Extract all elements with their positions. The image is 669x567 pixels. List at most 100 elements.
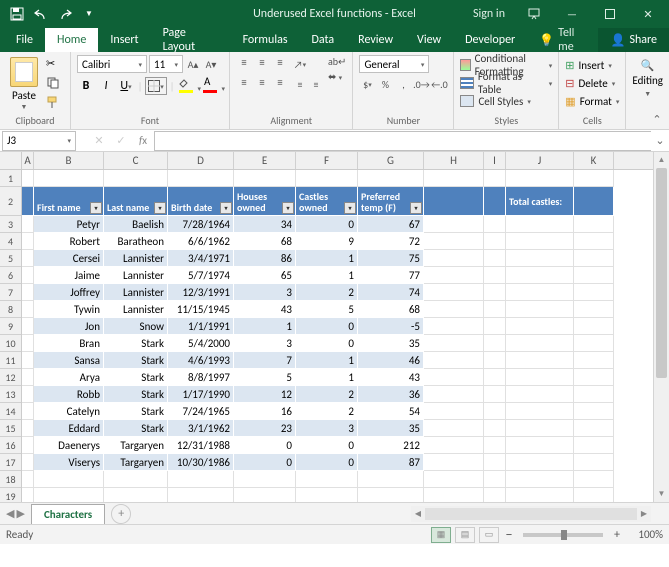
paste-button[interactable]: Paste <box>12 89 36 102</box>
cell[interactable]: Castles owned▾ <box>296 187 358 216</box>
row-header[interactable]: 18 <box>0 471 21 488</box>
row-header[interactable]: 3 <box>0 216 21 233</box>
cell[interactable] <box>358 170 424 187</box>
cell[interactable]: Targaryen <box>104 454 168 471</box>
cell[interactable]: 1 <box>296 369 358 386</box>
cell[interactable] <box>358 488 424 502</box>
tab-nav-prev-icon[interactable]: ◀ <box>6 507 14 520</box>
cell[interactable] <box>424 250 484 267</box>
cell[interactable]: 9 <box>296 233 358 250</box>
paste-icon[interactable] <box>10 57 38 87</box>
tab-home[interactable]: Home <box>45 28 98 52</box>
format-as-table-button[interactable]: Format as Table ▾ <box>460 75 552 91</box>
shrink-font-icon[interactable]: A▾ <box>203 55 219 73</box>
scroll-down-icon[interactable]: ▼ <box>654 486 669 502</box>
bold-button[interactable]: B <box>77 77 95 95</box>
cell[interactable]: 0 <box>296 335 358 352</box>
tab-nav-next-icon[interactable]: ▶ <box>16 507 24 520</box>
cell[interactable]: 2 <box>296 403 358 420</box>
row-header[interactable]: 19 <box>0 488 21 502</box>
cell[interactable] <box>506 301 574 318</box>
merge-button[interactable]: ⬌ ▾ <box>328 70 346 83</box>
cell[interactable] <box>506 318 574 335</box>
cell[interactable]: Lannister <box>104 250 168 267</box>
editing-button[interactable]: 🔍 <box>641 59 655 72</box>
font-name-dropdown[interactable]: Calibri▾ <box>77 55 147 73</box>
cell[interactable]: 7/24/1965 <box>168 403 234 420</box>
inc-indent-icon[interactable]: ≡ <box>308 75 324 93</box>
cell[interactable] <box>296 488 358 502</box>
cell[interactable] <box>484 233 506 250</box>
cell[interactable] <box>574 318 614 335</box>
tab-page-layout[interactable]: Page Layout <box>151 28 231 52</box>
cell[interactable]: Stark <box>104 352 168 369</box>
cell[interactable] <box>574 369 614 386</box>
row-header[interactable]: 13 <box>0 386 21 403</box>
cell[interactable] <box>574 187 614 216</box>
font-color-button[interactable]: A▾ <box>201 77 223 93</box>
cell[interactable] <box>296 170 358 187</box>
tab-review[interactable]: Review <box>346 28 405 52</box>
cell[interactable] <box>574 403 614 420</box>
insert-cells-button[interactable]: ⊞Insert ▾ <box>565 57 619 73</box>
cell[interactable] <box>484 301 506 318</box>
cell[interactable] <box>424 187 484 216</box>
cell[interactable]: 43 <box>358 369 424 386</box>
column-header[interactable]: K <box>574 152 614 169</box>
row-header[interactable]: 7 <box>0 284 21 301</box>
cell[interactable] <box>424 420 484 437</box>
cell[interactable]: 6/6/1962 <box>168 233 234 250</box>
column-header[interactable]: I <box>484 152 506 169</box>
cell[interactable] <box>22 301 34 318</box>
tab-formulas[interactable]: Formulas <box>231 28 300 52</box>
select-all-corner[interactable] <box>0 152 22 170</box>
cell[interactable]: Snow <box>104 318 168 335</box>
undo-icon[interactable] <box>30 3 52 25</box>
horizontal-scrollbar[interactable]: ◀ ▶ <box>411 506 651 522</box>
align-center-icon[interactable]: ≡ <box>254 75 270 89</box>
cell[interactable] <box>574 301 614 318</box>
cell[interactable] <box>484 471 506 488</box>
enter-formula-icon[interactable]: ✓ <box>110 131 132 151</box>
cell[interactable] <box>424 284 484 301</box>
cell[interactable] <box>104 488 168 502</box>
cell[interactable]: Petyr <box>34 216 104 233</box>
cell[interactable] <box>506 267 574 284</box>
number-format-dropdown[interactable]: General▾ <box>359 55 429 73</box>
cell[interactable] <box>574 437 614 454</box>
page-break-view-icon[interactable]: ▭ <box>479 527 499 543</box>
collapse-ribbon-icon[interactable]: ⌃ <box>649 111 665 127</box>
cell[interactable] <box>506 233 574 250</box>
cell[interactable] <box>506 335 574 352</box>
cell[interactable] <box>506 284 574 301</box>
cell[interactable]: Preferred temp (F)▾ <box>358 187 424 216</box>
cell[interactable] <box>484 284 506 301</box>
cell[interactable] <box>424 403 484 420</box>
cell[interactable] <box>574 488 614 502</box>
qat-customize-icon[interactable]: ▼ <box>78 3 100 25</box>
scroll-left-icon[interactable]: ◀ <box>411 509 425 519</box>
cells-area[interactable]: First name▾Last name▾Birth date▾Houses o… <box>22 170 653 502</box>
cell[interactable]: 74 <box>358 284 424 301</box>
chevron-down-icon[interactable]: ▼ <box>21 102 28 111</box>
cell[interactable]: 72 <box>358 233 424 250</box>
cell[interactable]: Last name▾ <box>104 187 168 216</box>
cell[interactable]: Targaryen <box>104 437 168 454</box>
cell[interactable]: 7/28/1964 <box>168 216 234 233</box>
cell[interactable] <box>574 454 614 471</box>
zoom-slider[interactable] <box>523 533 603 537</box>
orientation-icon[interactable]: ↗▾ <box>292 55 308 73</box>
filter-dropdown-icon[interactable]: ▾ <box>344 202 356 214</box>
formula-input[interactable] <box>154 131 651 151</box>
cell[interactable] <box>168 471 234 488</box>
cell[interactable] <box>296 471 358 488</box>
copy-icon[interactable] <box>46 76 64 92</box>
tab-data[interactable]: Data <box>300 28 347 52</box>
cell[interactable]: 3/1/1962 <box>168 420 234 437</box>
cell[interactable]: Stark <box>104 335 168 352</box>
cell[interactable] <box>484 352 506 369</box>
column-header[interactable]: A <box>22 152 34 169</box>
cell[interactable] <box>506 369 574 386</box>
cell[interactable] <box>484 335 506 352</box>
cell[interactable]: 10/30/1986 <box>168 454 234 471</box>
